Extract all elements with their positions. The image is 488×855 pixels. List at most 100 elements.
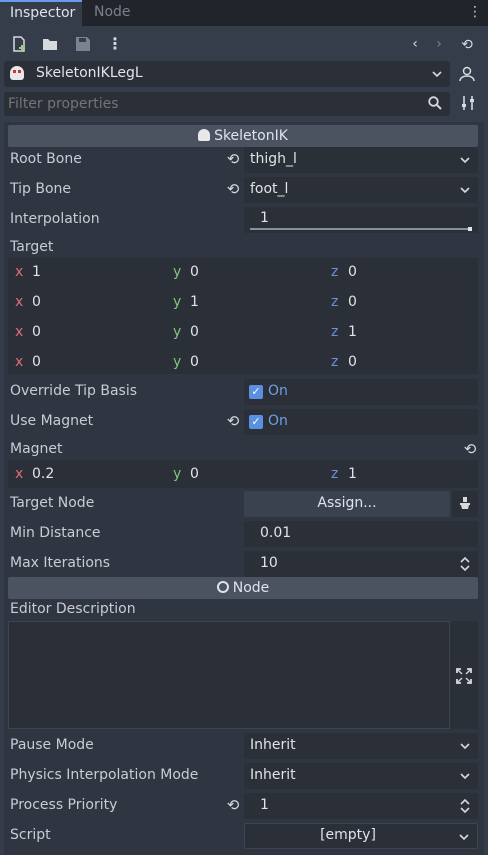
target-r3-z[interactable]: 0 (348, 354, 357, 370)
revert-icon[interactable]: ⟲ (225, 150, 241, 168)
root-bone-select[interactable]: thigh_l (244, 147, 478, 173)
target-label: Target (10, 239, 54, 255)
magnet-vector (8, 460, 478, 488)
revert-icon[interactable]: ⟲ (225, 180, 241, 198)
max-iterations-spinbox[interactable]: 10 (244, 551, 478, 577)
axis-z-label: z (331, 466, 339, 482)
process-priority-label: Process Priority (10, 797, 118, 813)
target-r2-z[interactable]: 1 (348, 324, 357, 340)
physics-interpolation-mode-select[interactable]: Inherit (244, 763, 478, 789)
menu-dots-icon[interactable]: ⋮ (106, 35, 124, 53)
use-magnet-toggle[interactable]: ✓ On (244, 409, 478, 435)
revert-icon[interactable]: ⟲ (225, 412, 241, 430)
tip-bone-select[interactable]: foot_l (244, 177, 478, 203)
magnet-z[interactable]: 1 (348, 466, 357, 482)
override-tip-basis-toggle[interactable]: ✓ On (244, 379, 478, 405)
open-folder-icon[interactable] (41, 36, 59, 54)
axis-x-label: x (15, 264, 24, 280)
axis-x-label: x (15, 324, 24, 340)
magnet-label: Magnet (10, 441, 63, 457)
target-r1-x[interactable]: 0 (32, 294, 41, 310)
section-skeletonik[interactable]: SkeletonIK (8, 125, 478, 147)
chevron-down-icon (460, 157, 470, 164)
min-distance-field[interactable]: 0.01 (244, 521, 478, 547)
spinner-icon[interactable] (460, 798, 470, 814)
magnet-x[interactable]: 0.2 (32, 466, 54, 482)
script-select[interactable]: [empty] (244, 823, 478, 849)
history-icon[interactable]: ⟲ (458, 36, 476, 54)
target-r3-y[interactable]: 0 (190, 354, 199, 370)
magnet-y[interactable]: 0 (190, 466, 199, 482)
expand-icon[interactable] (456, 668, 472, 684)
physics-interpolation-mode-label: Physics Interpolation Mode (10, 767, 199, 783)
spinner-icon[interactable] (460, 556, 470, 572)
tip-bone-label: Tip Bone (10, 181, 72, 197)
skeleton-ik-icon (10, 66, 24, 80)
node-icon (216, 581, 229, 593)
interpolation-slider[interactable]: 1 (244, 207, 478, 233)
script-label: Script (10, 827, 51, 843)
axis-x-label: x (15, 354, 24, 370)
target-r0-x[interactable]: 1 (32, 264, 41, 280)
node-doc-icon[interactable] (458, 65, 476, 83)
axis-y-label: y (173, 294, 182, 310)
target-r1-y[interactable]: 1 (190, 294, 199, 310)
checkbox-checked-icon[interactable]: ✓ (249, 385, 263, 399)
chevron-down-icon (460, 743, 470, 750)
target-r2-x[interactable]: 0 (32, 324, 41, 340)
axis-y-label: y (173, 324, 182, 340)
axis-y-label: y (173, 354, 182, 370)
target-matrix (8, 258, 478, 374)
revert-icon[interactable]: ⟲ (225, 796, 241, 814)
history-back-icon[interactable]: ‹ (406, 35, 424, 53)
clear-icon[interactable] (452, 491, 478, 517)
history-forward-icon[interactable]: › (430, 35, 448, 53)
override-tip-basis-label: Override Tip Basis (10, 383, 138, 399)
node-name: SkeletonIKLegL (36, 65, 143, 81)
target-r3-x[interactable]: 0 (32, 354, 41, 370)
checkbox-checked-icon[interactable]: ✓ (249, 415, 263, 429)
tab-inspector[interactable]: Inspector (0, 0, 82, 26)
min-distance-label: Min Distance (10, 525, 101, 541)
node-selector[interactable]: SkeletonIKLegL (4, 61, 450, 87)
revert-icon[interactable]: ⟲ (462, 440, 478, 458)
new-resource-icon[interactable] (10, 36, 28, 54)
editor-description-textarea[interactable] (8, 621, 450, 729)
filter-settings-icon[interactable] (459, 95, 477, 113)
axis-z-label: z (331, 354, 339, 370)
section-node[interactable]: Node (8, 577, 478, 599)
axis-x-label: x (15, 294, 24, 310)
editor-description-label: Editor Description (10, 601, 136, 617)
axis-z-label: z (331, 264, 339, 280)
chevron-down-icon (432, 71, 442, 78)
use-magnet-label: Use Magnet (10, 413, 94, 429)
process-priority-spinbox[interactable]: 1 (244, 793, 478, 819)
save-icon[interactable] (74, 36, 92, 54)
filter-field[interactable] (4, 92, 450, 116)
tab-menu-icon[interactable]: ⋮ (468, 4, 482, 20)
tab-bar: Inspector Node ⋮ (0, 0, 488, 26)
max-iterations-label: Max Iterations (10, 555, 111, 571)
search-icon (428, 96, 442, 110)
tab-node[interactable]: Node (84, 0, 144, 26)
interpolation-label: Interpolation (10, 211, 100, 227)
target-node-label: Target Node (10, 495, 95, 511)
filter-input[interactable] (8, 94, 418, 114)
axis-y-label: y (173, 264, 182, 280)
pause-mode-select[interactable]: Inherit (244, 733, 478, 759)
interpolation-slider-track (250, 228, 472, 230)
chevron-down-icon (460, 187, 470, 194)
interpolation-slider-grabber[interactable] (468, 227, 472, 231)
pause-mode-label: Pause Mode (10, 737, 94, 753)
target-r1-z[interactable]: 0 (348, 294, 357, 310)
axis-z-label: z (331, 294, 339, 310)
target-r2-y[interactable]: 0 (190, 324, 199, 340)
axis-z-label: z (331, 324, 339, 340)
chevron-down-icon (460, 773, 470, 780)
target-r0-y[interactable]: 0 (190, 264, 199, 280)
target-r0-z[interactable]: 0 (348, 264, 357, 280)
root-bone-label: Root Bone (10, 151, 82, 167)
chevron-down-icon (459, 834, 469, 841)
skeleton-ik-icon (198, 129, 211, 141)
target-node-assign-button[interactable]: Assign... (244, 491, 450, 517)
